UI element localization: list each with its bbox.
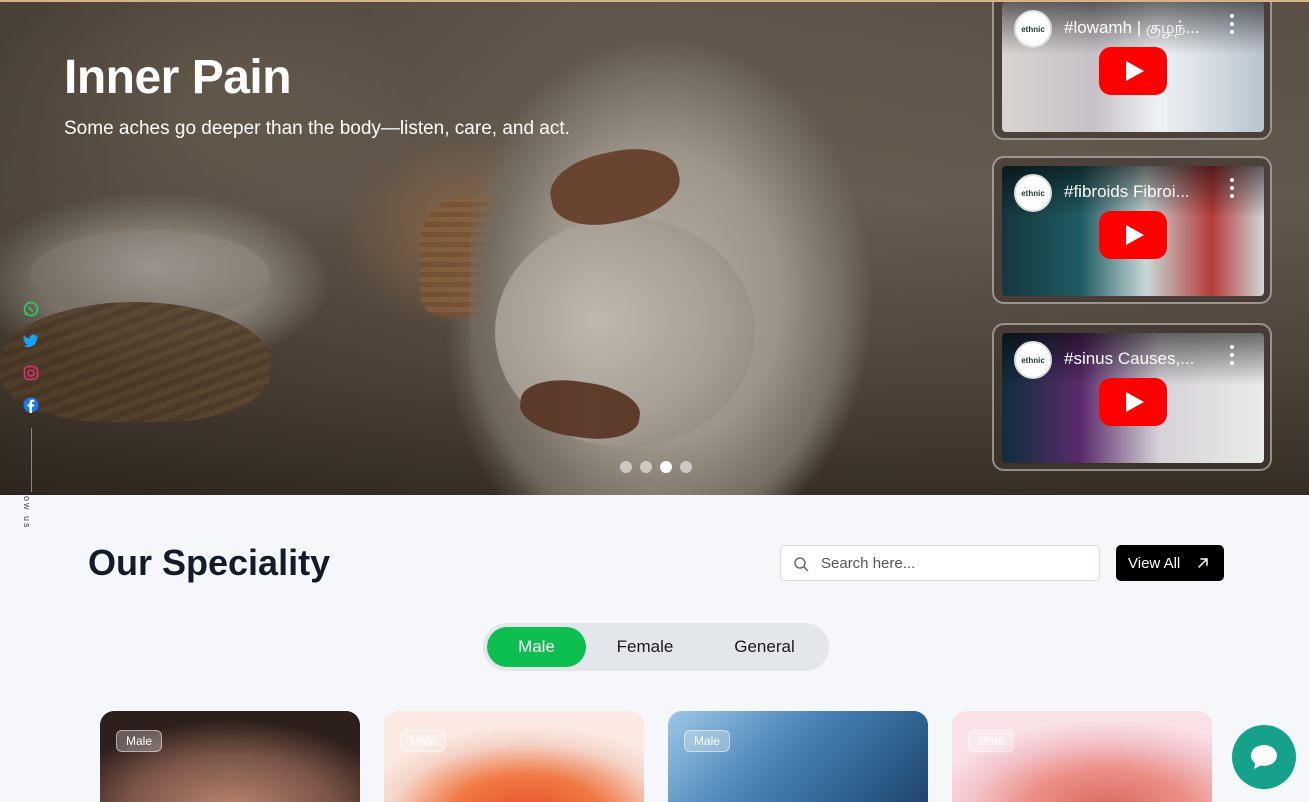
video-thumbnail[interactable]: ethnic #lowamh | குழந்... [1002,2,1264,132]
carousel-dot-1[interactable] [620,461,632,473]
speciality-card[interactable]: Male [952,711,1212,802]
social-rail-line [31,428,32,492]
channel-logo[interactable]: ethnic [1014,10,1052,48]
play-button-icon[interactable] [1099,378,1167,426]
gender-tabs: Male Female General [483,623,829,671]
kebab-menu-icon[interactable] [1230,345,1234,365]
carousel-dot-3-active[interactable] [660,461,672,473]
video-title[interactable]: #fibroids Fibroi... [1064,182,1229,202]
search-input[interactable] [821,546,1091,580]
hero-subtitle: Some aches go deeper than the body—liste… [64,118,570,139]
carousel-dots [620,461,692,473]
arrow-up-right-icon [1198,558,1208,568]
speciality-title: Our Speciality [88,542,331,583]
tab-male[interactable]: Male [487,627,586,667]
channel-logo[interactable]: ethnic [1014,174,1052,212]
video-thumbnail[interactable]: ethnic #fibroids Fibroi... [1002,166,1264,296]
tab-general[interactable]: General [704,627,825,667]
card-badge: Male [400,730,447,752]
video-card[interactable]: ethnic #sinus Causes,... [992,323,1272,471]
card-badge: Male [116,730,163,752]
chat-button[interactable] [1232,725,1296,789]
speciality-card[interactable]: Male [100,711,360,802]
chat-bubble-icon [1251,745,1277,769]
carousel-dot-2[interactable] [640,461,652,473]
play-button-icon[interactable] [1099,47,1167,95]
video-card[interactable]: ethnic #fibroids Fibroi... [992,156,1272,304]
speciality-search[interactable] [780,545,1100,581]
view-all-label: View All [1128,554,1181,572]
facebook-icon[interactable] [22,396,40,414]
card-badge: Male [684,730,731,752]
kebab-menu-icon[interactable] [1230,14,1234,34]
tab-female[interactable]: Female [586,627,704,667]
instagram-icon[interactable] [22,364,40,382]
card-badge: Male [968,730,1015,752]
hero-carousel[interactable]: Inner Pain Some aches go deeper than the… [0,0,1309,495]
channel-logo[interactable]: ethnic [1014,341,1052,379]
speciality-card[interactable]: Male [384,711,644,802]
kebab-menu-icon[interactable] [1230,178,1234,198]
speciality-card[interactable]: Male [668,711,928,802]
follow-us-label: ow us [22,496,32,530]
hero-title: Inner Pain [64,51,292,104]
search-icon [794,557,809,572]
video-card[interactable]: ethnic #lowamh | குழந்... [992,2,1272,140]
video-title[interactable]: #lowamh | குழந்... [1064,18,1229,40]
whatsapp-icon[interactable] [22,300,40,318]
view-all-button[interactable]: View All [1116,545,1224,581]
video-title[interactable]: #sinus Causes,... [1064,349,1229,369]
carousel-dot-4[interactable] [680,461,692,473]
social-rail [22,300,42,428]
play-button-icon[interactable] [1099,211,1167,259]
twitter-icon[interactable] [22,332,40,350]
video-thumbnail[interactable]: ethnic #sinus Causes,... [1002,333,1264,463]
